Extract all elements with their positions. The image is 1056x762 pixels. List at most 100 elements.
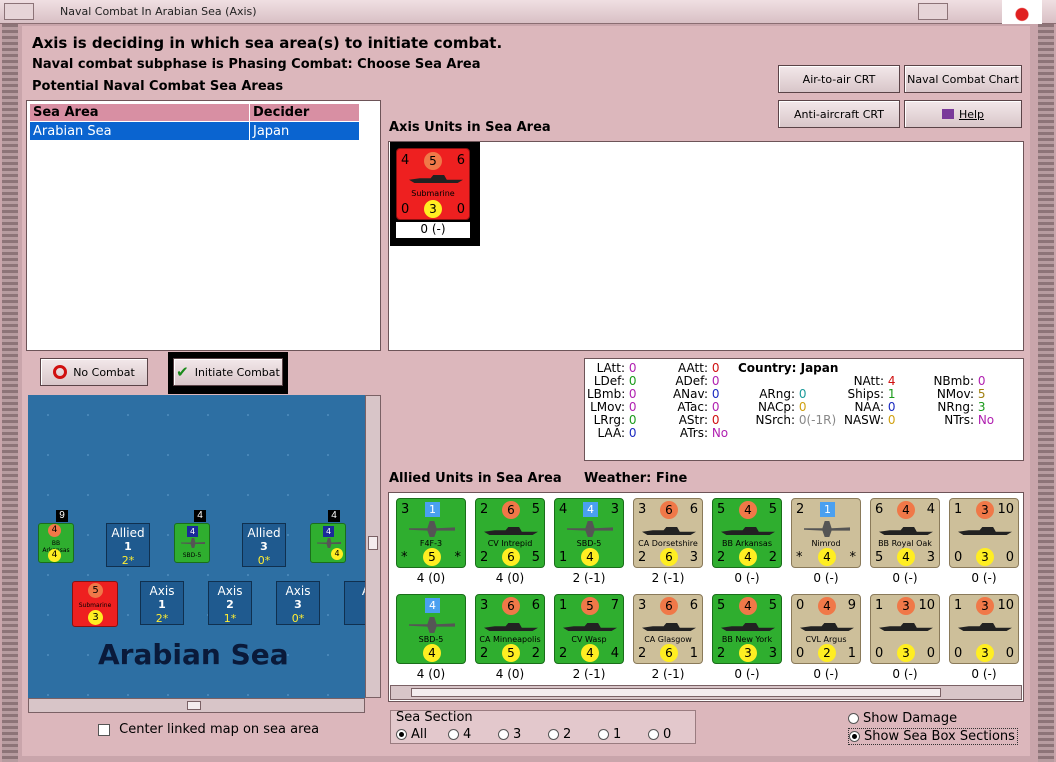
right-border [1038, 24, 1054, 762]
initiate-combat-button[interactable]: ✔ Initiate Combat [173, 358, 283, 386]
radio-icon[interactable] [598, 729, 609, 740]
axis-units-panel [388, 141, 1024, 351]
map-sbd5-counter-2[interactable]: 4 4 [310, 523, 346, 563]
counter-top-right: 4 [926, 502, 935, 517]
counter-top-right: 10 [997, 502, 1014, 517]
anti-aircraft-crt-button[interactable]: Anti-aircraft CRT [778, 100, 900, 128]
system-menu-button[interactable] [4, 3, 34, 20]
counter-top-center: 6 [660, 597, 678, 615]
counter-top-left: 3 [638, 598, 647, 613]
show-sections-option[interactable]: Show Sea Box Sections [848, 728, 1018, 745]
counter-bottom-left: 0 [796, 646, 805, 661]
no-entry-icon [53, 365, 68, 379]
ship-silhouette-icon [563, 623, 617, 631]
sea-section-4[interactable]: 4 [448, 727, 471, 742]
counter-top-right: 6 [689, 598, 698, 613]
potential-areas-label: Potential Naval Combat Sea Areas [32, 79, 284, 94]
map-horizontal-scrollbar[interactable] [28, 698, 365, 713]
radio-icon[interactable] [448, 729, 459, 740]
map-sbd5-counter[interactable]: 4 SBD-5 [174, 523, 210, 563]
counter-bottom-left: 0 [954, 550, 963, 565]
show-damage-option[interactable]: Show Damage [848, 711, 957, 726]
allied-unit-counter[interactable]: 2 1 Nimrod * 4 * [791, 498, 861, 568]
radio-icon[interactable] [548, 729, 559, 740]
counter-top-left: 4 [559, 502, 568, 517]
counter-bottom-center: 2 [818, 644, 836, 662]
counter-bottom-right: 2 [531, 646, 540, 661]
allied-unit-counter[interactable]: 1 3 10 0 3 0 [949, 498, 1019, 568]
radio-icon[interactable] [849, 731, 860, 742]
sea-section-2[interactable]: 2 [548, 727, 571, 742]
sea-section-1[interactable]: 1 [598, 727, 621, 742]
axis-sea-box-2[interactable]: Axis 2 1* [208, 581, 252, 625]
rising-sun-flag-icon [1002, 0, 1042, 24]
radio-icon[interactable] [648, 729, 659, 740]
sea-area-cell[interactable]: Arabian Sea [29, 121, 250, 141]
counter-bottom-left: 0 [875, 646, 884, 661]
checkbox-box[interactable] [98, 723, 110, 736]
map-submarine-counter[interactable]: 5 Submarine 3 [72, 581, 118, 627]
axis-sea-box-4[interactable]: A [344, 581, 365, 625]
counter-bottom-left: 2 [480, 646, 489, 661]
air-to-air-crt-button[interactable]: Air-to-air CRT [778, 65, 900, 93]
radio-icon[interactable] [848, 713, 859, 724]
counter-top-left: 2 [480, 502, 489, 517]
allied-unit-counter[interactable]: 0 4 9 CVL Argus 0 2 1 [791, 594, 861, 664]
stack-count-2: 4 [194, 510, 206, 522]
axis-sea-box-3[interactable]: Axis 3 0* [276, 581, 320, 625]
allied-unit-counter[interactable]: 1 5 7 CV Wasp 2 4 4 [554, 594, 624, 664]
map-vertical-scrollbar[interactable] [365, 395, 381, 698]
sea-section-3[interactable]: 3 [498, 727, 521, 742]
allied-horizontal-scrollbar[interactable] [390, 685, 1022, 700]
ship-silhouette-icon [484, 623, 538, 631]
minimize-button[interactable] [918, 3, 948, 20]
counter-name: CVL Argus [805, 635, 847, 644]
weather-line: Weather: Fine [584, 471, 687, 486]
allied-unit-counter[interactable]: 3 6 6 CA Dorsetshire 2 6 3 [633, 498, 703, 568]
allied-sea-box-1[interactable]: Allied 1 2* [106, 523, 150, 567]
sea-area-map[interactable]: 9 4 BB Arkansas 4 Allied 1 2* 4 4 SBD-5 … [28, 395, 365, 698]
map-hscroll-thumb[interactable] [187, 701, 201, 710]
counter-top-center: 6 [660, 501, 678, 519]
help-button[interactable]: Help [904, 100, 1022, 128]
sea-section-0[interactable]: 0 [648, 727, 671, 742]
axis-sea-box-1[interactable]: Axis 1 2* [140, 581, 184, 625]
allied-unit-counter[interactable]: 6 4 4 BB Royal Oak 5 4 3 [870, 498, 940, 568]
naval-combat-chart-button[interactable]: Naval Combat Chart [904, 65, 1022, 93]
sea-table-row[interactable]: Arabian Sea Japan [29, 121, 360, 141]
counter-top-right: 6 [531, 598, 540, 613]
counter-top-left: 6 [875, 502, 884, 517]
allied-unit-label: 0 (-) [971, 667, 997, 681]
counter-bottom-left: * [796, 550, 803, 565]
map-bb-arkansas-counter[interactable]: 4 BB Arkansas 4 [38, 523, 74, 563]
allied-unit-counter[interactable]: 1 3 10 0 3 0 [949, 594, 1019, 664]
axis-submarine-counter[interactable]: 4 5 6 Submarine 0 3 0 [396, 148, 470, 220]
allied-unit-counter[interactable]: 1 3 10 0 3 0 [870, 594, 940, 664]
allied-unit-counter[interactable]: 3 6 6 CA Minneapolis 2 5 2 [475, 594, 545, 664]
allied-unit-counter[interactable]: 3 6 6 CA Glasgow 2 6 1 [633, 594, 703, 664]
allied-unit-counter[interactable]: 5 4 5 BB Arkansas 2 4 2 [712, 498, 782, 568]
counter-bottom-right: 4 [610, 646, 619, 661]
allied-unit-counter[interactable]: 2 6 5 CV Intrepid 2 6 5 [475, 498, 545, 568]
counter-bottom-center: 3 [897, 644, 915, 662]
radio-icon[interactable] [396, 729, 407, 740]
allied-unit-counter[interactable]: 4 4 3 SBD-5 1 4 [554, 498, 624, 568]
allied-unit-label: 0 (-) [813, 571, 839, 585]
no-combat-button[interactable]: No Combat [40, 358, 148, 386]
counter-name: CA Minneapolis [479, 635, 541, 644]
allied-unit-counter[interactable]: 4 SBD-5 4 [396, 594, 466, 664]
stats-col4: NAtt: 4 Ships: 1 NAA: 0 NASW: 0 [843, 374, 896, 427]
axis-unit-label: 0 (-) [396, 222, 470, 238]
decider-cell[interactable]: Japan [249, 121, 360, 141]
allied-sea-box-3[interactable]: Allied 3 0* [242, 523, 286, 567]
sea-section-all[interactable]: All [396, 727, 427, 742]
allied-unit-counter[interactable]: 3 1 F4F-3 * 5 * [396, 498, 466, 568]
allied-unit-counter[interactable]: 5 4 5 BB New York 2 3 3 [712, 594, 782, 664]
center-map-checkbox[interactable]: Center linked map on sea area [98, 722, 319, 737]
allied-unit-label: 0 (-) [971, 571, 997, 585]
radio-icon[interactable] [498, 729, 509, 740]
map-vscroll-thumb[interactable] [368, 536, 378, 550]
counter-name: BB Arkansas [722, 539, 772, 548]
counter-top-right: 6 [456, 153, 465, 168]
allied-scroll-thumb[interactable] [411, 688, 941, 697]
